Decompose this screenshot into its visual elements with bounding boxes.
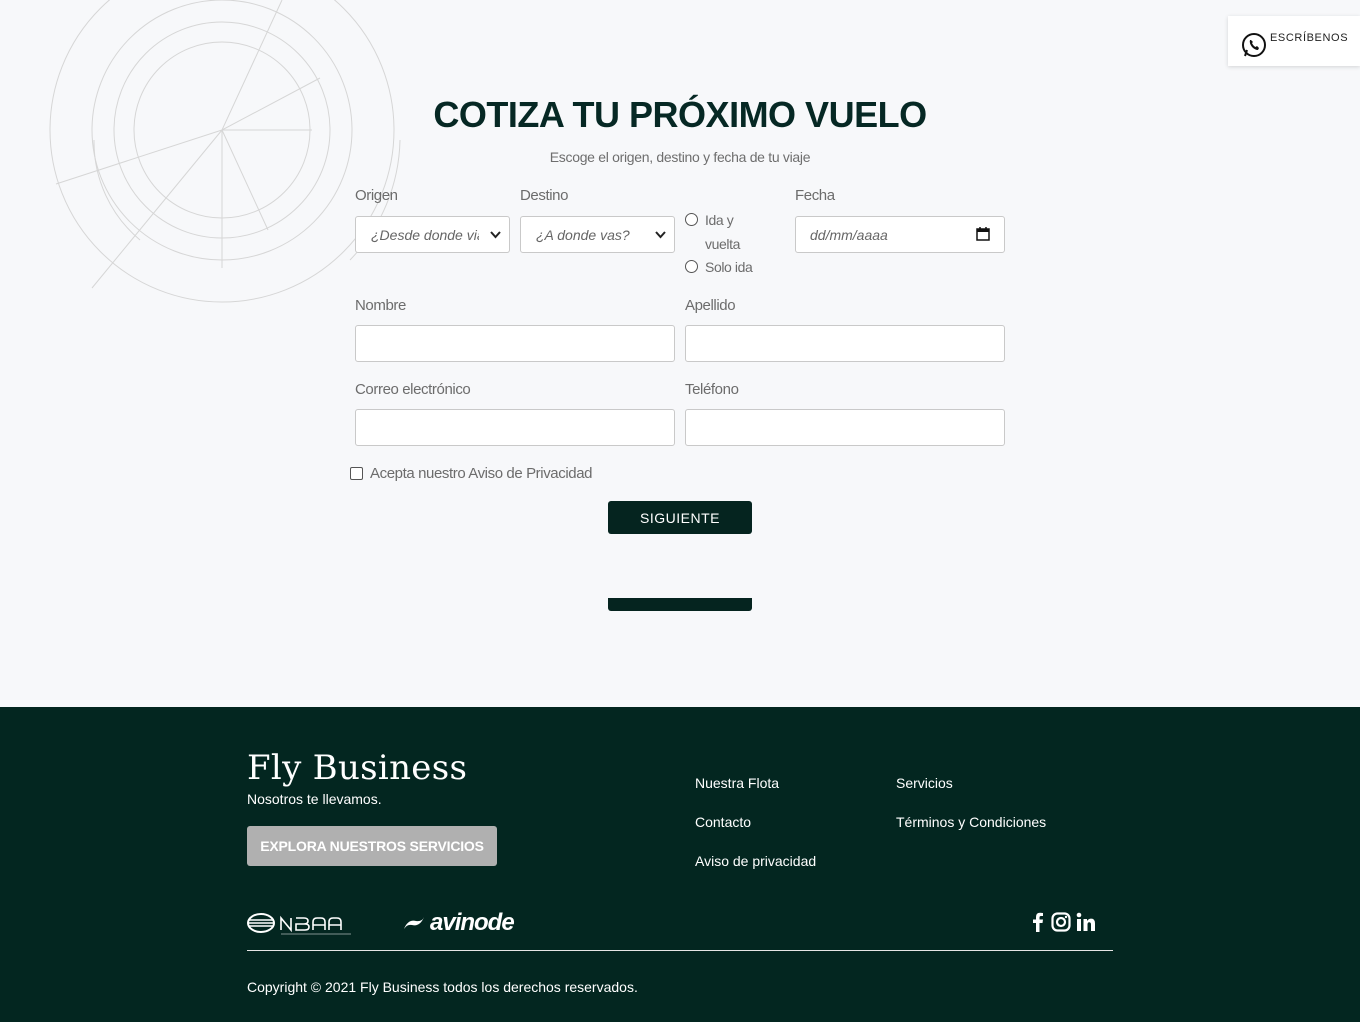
email-field[interactable] bbox=[355, 409, 675, 446]
chevron-down-icon bbox=[655, 231, 666, 239]
explore-services-button[interactable]: EXPLORA NUESTROS SERVICIOS bbox=[247, 826, 497, 866]
footer-divider bbox=[247, 950, 1113, 951]
footer-link-contact[interactable]: Contacto bbox=[695, 814, 751, 830]
one-way-option[interactable]: Solo ida bbox=[685, 258, 753, 275]
whatsapp-label: ESCRÍBENOS bbox=[1270, 32, 1349, 44]
date-placeholder: dd/mm/aaaa bbox=[810, 226, 888, 243]
origin-label: Origen bbox=[355, 187, 398, 204]
privacy-checkbox-label[interactable]: Acepta nuestro Aviso de Privacidad bbox=[370, 465, 593, 482]
round-trip-label-line2: vuelta bbox=[705, 236, 740, 252]
page-subtitle: Escoge el origen, destino y fecha de tu … bbox=[549, 149, 811, 165]
footer-link-services[interactable]: Servicios bbox=[896, 775, 953, 791]
last-name-label: Apellido bbox=[685, 297, 736, 314]
phone-label: Teléfono bbox=[685, 381, 739, 398]
footer-link-fleet[interactable]: Nuestra Flota bbox=[695, 775, 779, 791]
avinode-logo-text: avinode bbox=[430, 909, 515, 936]
one-way-label: Solo ida bbox=[705, 259, 753, 275]
instagram-icon[interactable] bbox=[1051, 912, 1071, 932]
first-name-label: Nombre bbox=[355, 297, 406, 314]
origin-select[interactable]: ¿Desde donde viajas? bbox=[355, 216, 510, 253]
linkedin-icon[interactable] bbox=[1076, 912, 1096, 932]
phone-field[interactable] bbox=[685, 409, 1005, 446]
destination-selected: ¿A donde vas? bbox=[536, 226, 630, 243]
round-trip-radio[interactable] bbox=[685, 213, 698, 226]
destination-label: Destino bbox=[520, 187, 569, 204]
first-name-field[interactable] bbox=[355, 325, 675, 362]
footer-link-privacy[interactable]: Aviso de privacidad bbox=[695, 853, 816, 869]
email-label: Correo electrónico bbox=[355, 381, 471, 398]
last-name-field[interactable] bbox=[685, 325, 1005, 362]
copyright-text: Copyright © 2021 Fly Business todos los … bbox=[247, 979, 638, 995]
origin-selected: ¿Desde donde viajas? bbox=[371, 226, 479, 243]
privacy-checkbox[interactable] bbox=[350, 467, 363, 480]
footer-link-terms[interactable]: Términos y Condiciones bbox=[896, 814, 1046, 830]
footer: Fly Business Nosotros te llevamos. EXPLO… bbox=[0, 707, 1360, 1022]
avinode-mark-icon bbox=[404, 917, 424, 929]
whatsapp-button[interactable]: ESCRÍBENOS bbox=[1228, 16, 1360, 66]
chevron-down-icon bbox=[490, 231, 501, 239]
footer-brand[interactable]: Fly Business bbox=[247, 748, 467, 788]
destination-select[interactable]: ¿A donde vas? bbox=[520, 216, 675, 253]
round-trip-option[interactable]: Ida y vuelta bbox=[685, 211, 740, 256]
avinode-logo: avinode bbox=[402, 909, 515, 936]
round-trip-label-line1: Ida y bbox=[705, 212, 734, 228]
next-button[interactable]: SIGUIENTE bbox=[608, 501, 752, 534]
page-title: COTIZA TU PRÓXIMO VUELO bbox=[433, 94, 927, 135]
date-label: Fecha bbox=[795, 187, 835, 204]
whatsapp-icon bbox=[1242, 33, 1266, 57]
calendar-icon[interactable] bbox=[976, 227, 990, 241]
footer-tagline: Nosotros te llevamos. bbox=[247, 791, 382, 807]
date-input[interactable]: dd/mm/aaaa bbox=[795, 216, 1005, 253]
facebook-icon[interactable] bbox=[1028, 912, 1048, 932]
one-way-radio[interactable] bbox=[685, 260, 698, 273]
nbaa-logo bbox=[247, 913, 351, 935]
next-button-duplicate bbox=[608, 598, 752, 611]
